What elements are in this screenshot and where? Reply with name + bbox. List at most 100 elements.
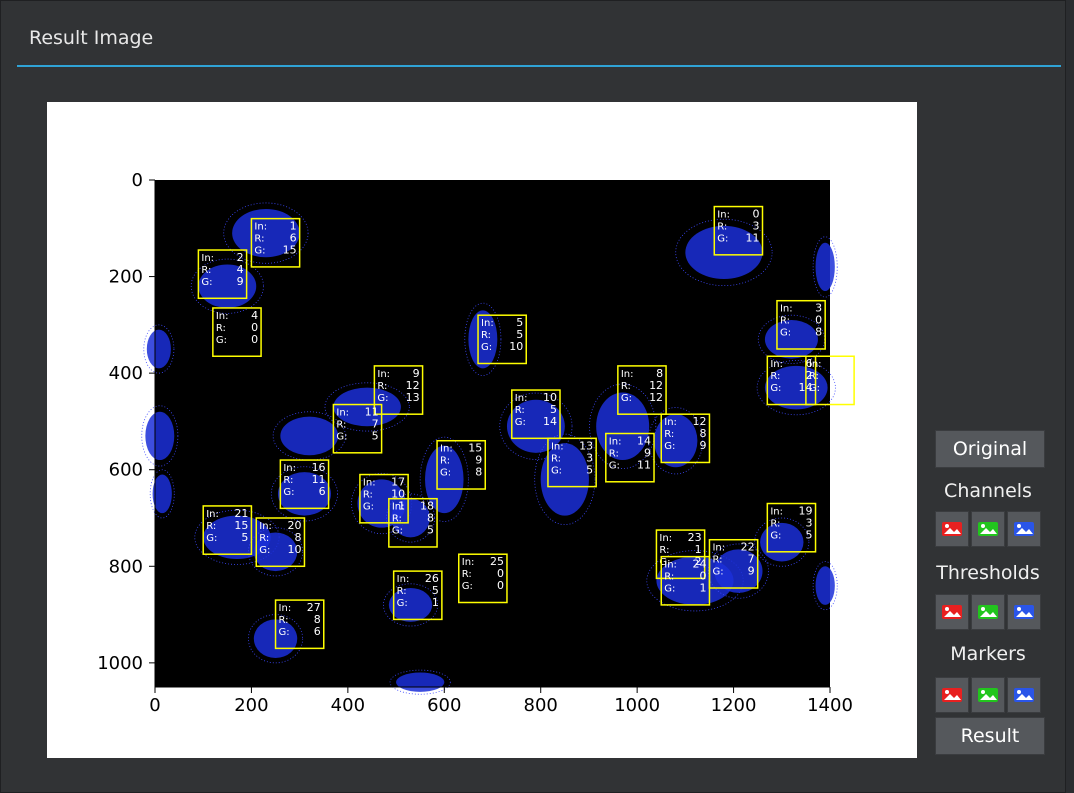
marker-field-label: R: xyxy=(259,533,269,544)
y-tick-label: 200 xyxy=(109,267,143,288)
marker-field-label: G: xyxy=(717,234,728,245)
markers-green-button[interactable] xyxy=(971,677,1005,713)
marker-field-value: 8 xyxy=(475,466,482,479)
result-button[interactable]: Result xyxy=(935,717,1045,755)
plot-svg: In: 1R: 6G: 15In: 2R: 4G: 9In: 4R: 0G: 0In: 0R: 3G:… xyxy=(97,170,855,716)
marker-field-label: R: xyxy=(481,330,491,341)
marker-field-label: In: xyxy=(201,253,214,264)
marker-field-value: 13 xyxy=(406,391,420,404)
channels-buttons xyxy=(935,511,1047,547)
title-underline xyxy=(17,65,1061,67)
x-tick-label: 400 xyxy=(331,695,365,716)
marker-field-label: G: xyxy=(664,584,675,595)
marker-field-label: G: xyxy=(462,581,473,592)
x-tick-label: 1000 xyxy=(614,695,660,716)
marker-field-label: G: xyxy=(481,342,492,353)
markers-red-button[interactable] xyxy=(935,677,969,713)
marker-field-label: In: xyxy=(664,417,677,428)
thresholds-blue-button[interactable] xyxy=(1007,594,1041,630)
nucleus xyxy=(146,329,171,369)
marker-field-label: In: xyxy=(397,574,410,585)
marker-field-label: R: xyxy=(659,545,669,556)
y-tick-label: 1000 xyxy=(97,653,143,674)
marker-field-label: In: xyxy=(609,437,622,448)
marker-field-value: 7 xyxy=(844,357,851,370)
nucleus xyxy=(396,672,445,692)
marker-field-label: G: xyxy=(283,487,294,498)
marker-field-value: 5 xyxy=(241,531,248,544)
thresholds-red-button[interactable] xyxy=(935,594,969,630)
marker-field-label: G: xyxy=(770,383,781,394)
marker-field-label: In: xyxy=(809,359,822,370)
nucleus xyxy=(764,320,818,359)
marker-field-label: G: xyxy=(621,393,632,404)
marker-field-label: R: xyxy=(201,265,211,276)
original-button[interactable]: Original xyxy=(935,430,1045,468)
marker-field-label: In: xyxy=(440,444,453,455)
x-tick-label: 1400 xyxy=(807,695,853,716)
blue-image-icon xyxy=(1013,521,1035,537)
marker-field-label: R: xyxy=(283,475,293,486)
marker-field-label: G: xyxy=(279,627,290,638)
marker-field-label: G: xyxy=(392,526,403,537)
marker-field-label: R: xyxy=(397,586,407,597)
red-image-icon xyxy=(941,521,963,537)
thresholds-label: Thresholds xyxy=(936,562,1040,584)
marker-field-label: In: xyxy=(462,557,475,568)
x-tick-label: 1200 xyxy=(711,695,757,716)
thresholds-green-button[interactable] xyxy=(971,594,1005,630)
y-tick-label: 800 xyxy=(109,556,143,577)
markers-blue-button[interactable] xyxy=(1007,677,1041,713)
marker-field-label: In: xyxy=(770,359,783,370)
marker-field-label: In: xyxy=(279,603,292,614)
result-image-plot: In: 1 R: 6 G: 15 In: 2 R: 4 G: 9 In: 4 R: 0 G: 0 In: 0 R: 3 G:… xyxy=(47,102,917,758)
marker-field-value: 9 xyxy=(699,439,706,452)
marker-field-label: R: xyxy=(609,449,619,460)
marker-field-label: G: xyxy=(609,461,620,472)
marker-field-value: 5 xyxy=(372,430,379,443)
marker-field-label: G: xyxy=(515,417,526,428)
marker-field-label: R: xyxy=(712,555,722,566)
x-tick-label: 600 xyxy=(427,695,461,716)
marker-field-label: G: xyxy=(809,383,820,394)
nucleus xyxy=(815,242,835,292)
nucleus xyxy=(388,588,433,622)
marker-field-label: R: xyxy=(717,222,727,233)
marker-field-value: 0 xyxy=(497,579,504,592)
channels-blue-button[interactable] xyxy=(1007,511,1041,547)
y-tick-label: 600 xyxy=(109,460,143,481)
red-image-icon xyxy=(941,604,963,620)
green-image-icon xyxy=(977,604,999,620)
marker-field-label: In: xyxy=(206,509,219,520)
marker-field-label: In: xyxy=(515,393,528,404)
thresholds-buttons xyxy=(935,594,1047,630)
channels-green-button[interactable] xyxy=(971,511,1005,547)
marker-field-label: In: xyxy=(392,502,405,513)
marker-field-label: G: xyxy=(254,246,265,257)
marker-field-label: In: xyxy=(283,463,296,474)
marker-field-label: In: xyxy=(254,222,267,233)
marker-field-value: 1 xyxy=(432,596,439,609)
green-image-icon xyxy=(977,521,999,537)
marker-field-label: G: xyxy=(780,328,791,339)
marker-field-label: In: xyxy=(336,408,349,419)
marker-field-label: R: xyxy=(440,456,450,467)
channels-red-button[interactable] xyxy=(935,511,969,547)
marker-field-label: R: xyxy=(279,615,289,626)
marker-field-label: G: xyxy=(551,465,562,476)
marker-field-label: G: xyxy=(216,335,227,346)
marker-field-label: R: xyxy=(551,453,561,464)
marker-field-value: 1 xyxy=(699,582,706,595)
markers-buttons xyxy=(935,677,1047,713)
marker-field-label: In: xyxy=(780,304,793,315)
marker-field-value: 10 xyxy=(509,340,523,353)
marker-field-value: 11 xyxy=(746,232,760,245)
marker-field-label: G: xyxy=(259,545,270,556)
marker-field-label: In: xyxy=(551,441,564,452)
marker-field-label: G: xyxy=(206,533,217,544)
marker-field-value: 15 xyxy=(283,244,297,257)
marker-field-value: 12 xyxy=(649,391,663,404)
red-image-icon xyxy=(941,687,963,703)
y-tick-label: 0 xyxy=(132,170,143,191)
marker-field-label: R: xyxy=(206,521,216,532)
